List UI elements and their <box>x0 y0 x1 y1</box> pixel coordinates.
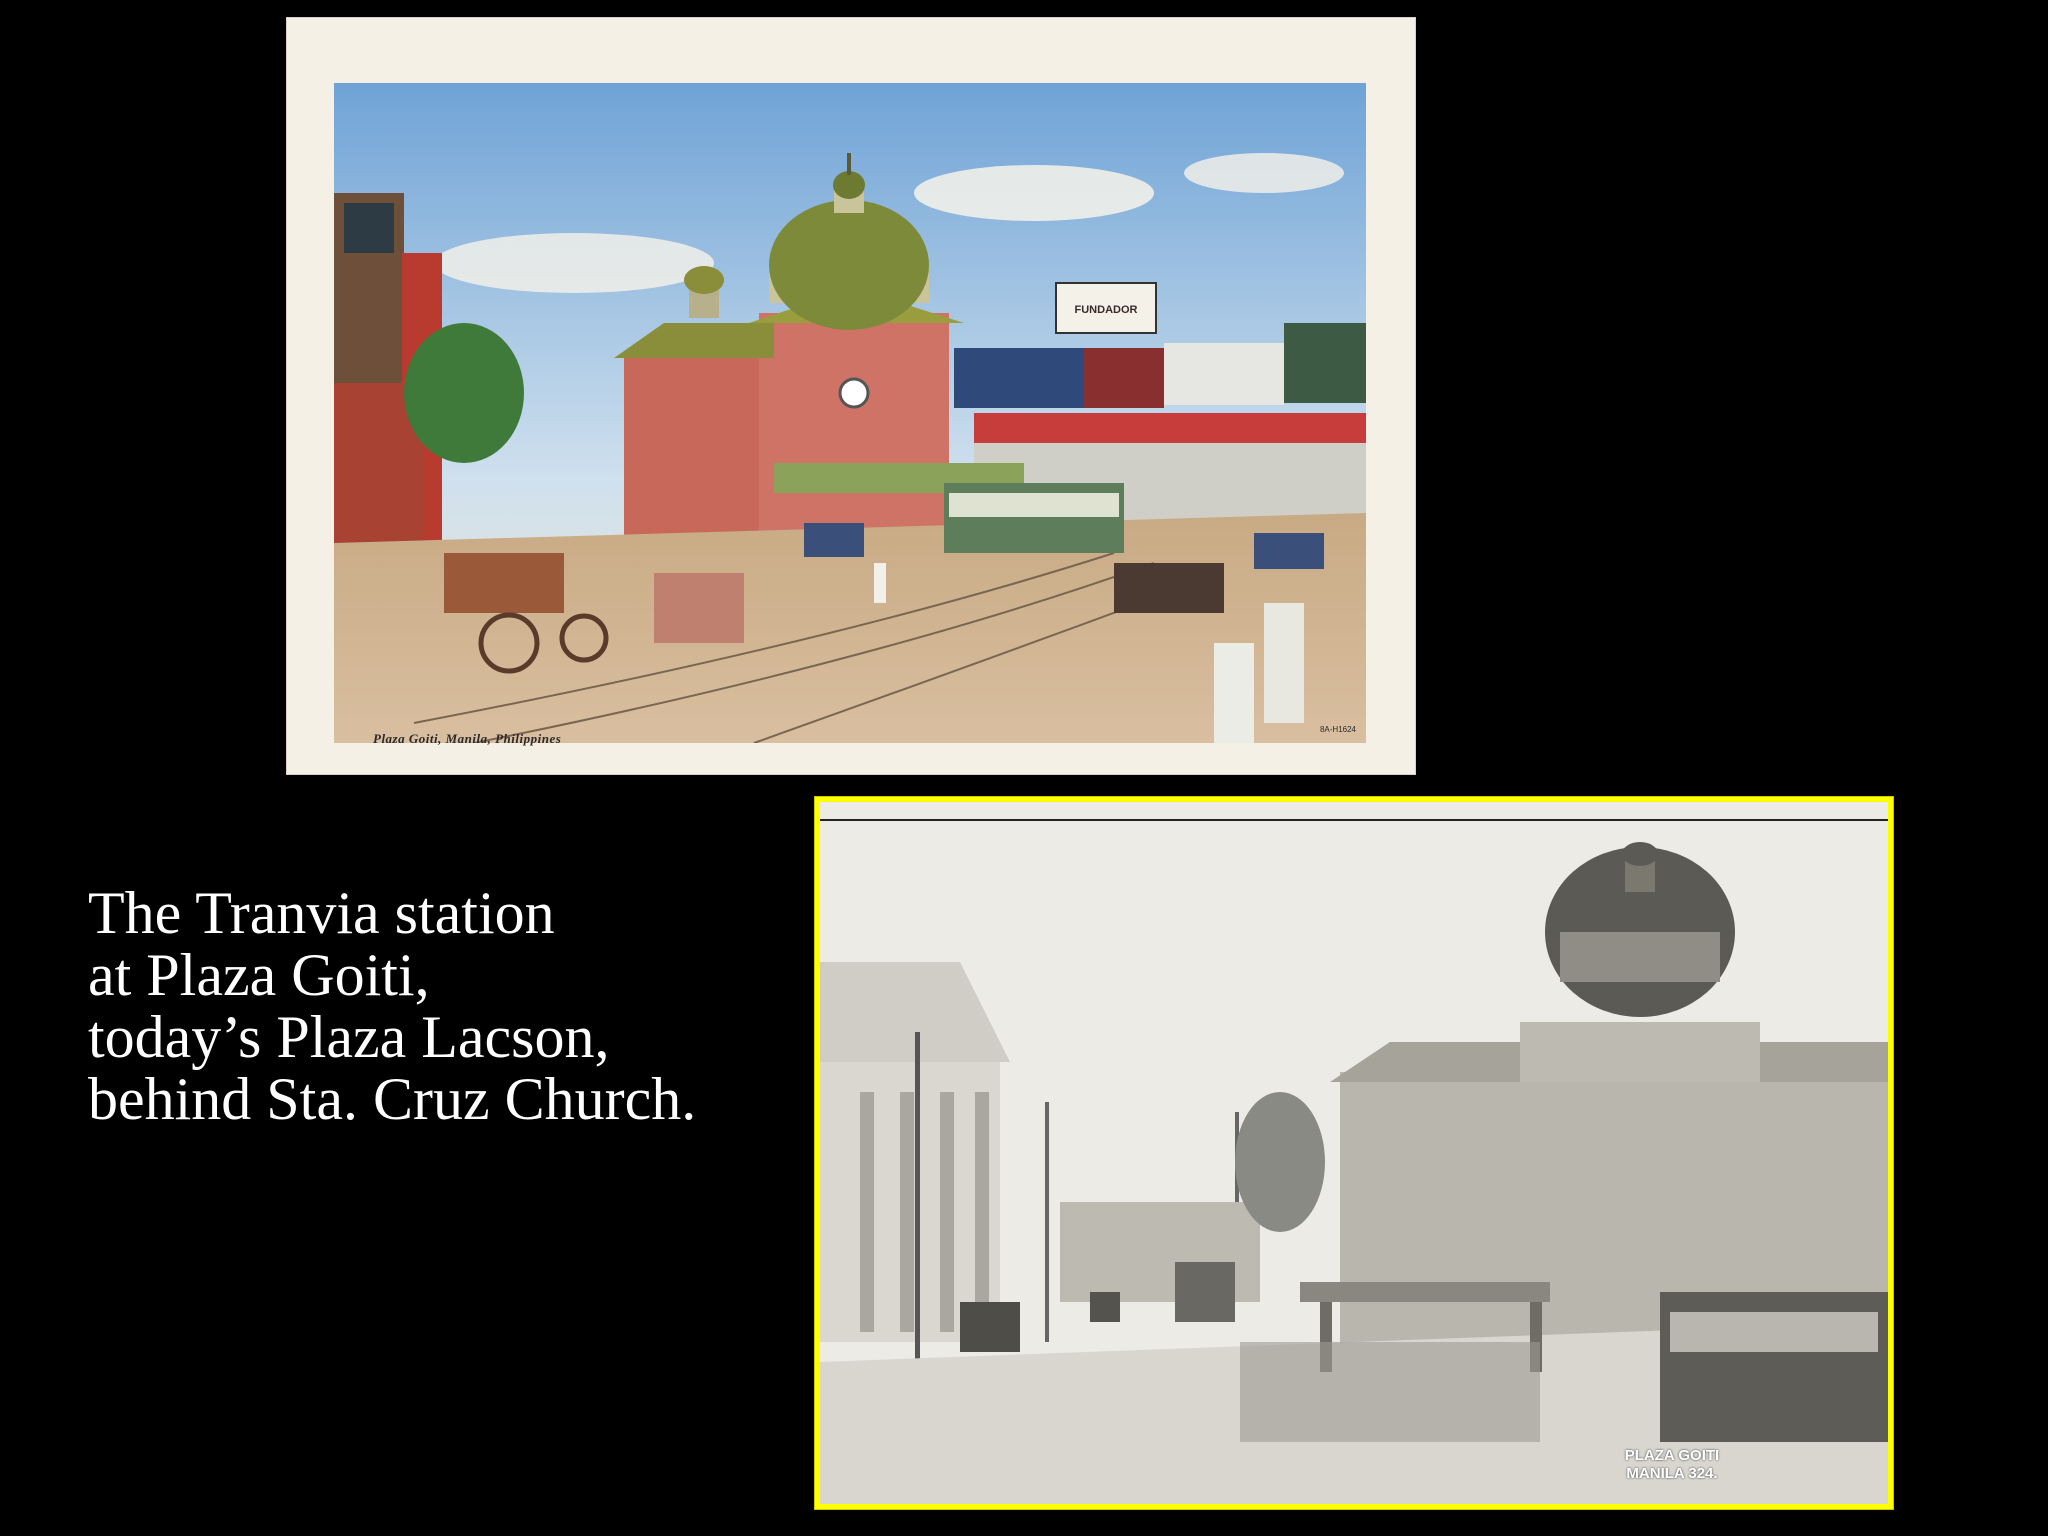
postcard-scene-svg: FUNDADOR <box>334 83 1366 743</box>
plaza-goiti-bw-photo: PLAZA GOITI MANILA 324. <box>820 802 1888 1504</box>
photo-stamp: PLAZA GOITI MANILA 324. <box>1602 1447 1742 1483</box>
historic-photo-frame: PLAZA GOITI MANILA 324. <box>814 796 1894 1510</box>
postcard-code: 8A-H1624 <box>1319 725 1356 734</box>
photo-stamp-line-2: MANILA 324. <box>1626 1465 1718 1482</box>
bw-photo-svg <box>820 802 1888 1504</box>
caption-line-4: behind Sta. Cruz Church. <box>88 1066 697 1132</box>
caption-line-3: today’s Plaza Lacson, <box>88 1004 610 1070</box>
photo-stamp-line-1: PLAZA GOITI <box>1624 1447 1720 1464</box>
billboard-text: FUNDADOR <box>1075 304 1138 316</box>
caption-line-1: The Tranvia station <box>88 880 555 946</box>
slide-caption-text: The Tranvia station at Plaza Goiti, toda… <box>88 882 808 1130</box>
caption-line-2: at Plaza Goiti, <box>88 942 430 1008</box>
plaza-goiti-color-illustration: FUNDADOR <box>334 83 1366 743</box>
postcard-caption: Plaza Goiti, Manila, Philippines <box>373 731 562 746</box>
postcard-image: FUNDADOR Plaza Goiti, Manila, Philippine… <box>286 17 1416 775</box>
